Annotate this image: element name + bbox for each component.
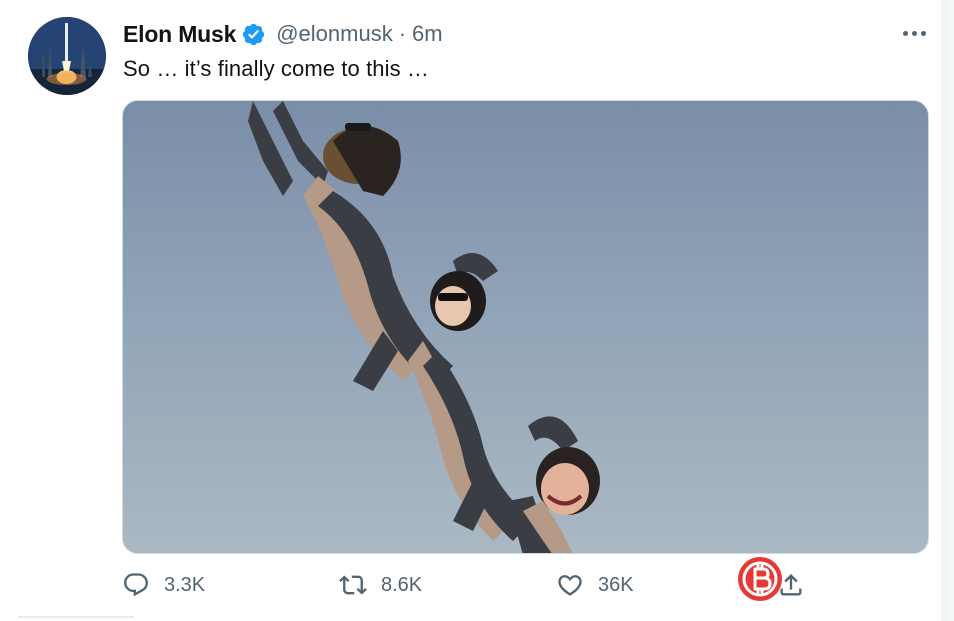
tweet-timestamp[interactable]: 6m [412, 21, 443, 47]
meme-image [123, 101, 928, 553]
verified-badge-icon [241, 22, 266, 47]
avatar[interactable] [28, 17, 106, 95]
author-handle[interactable]: @elonmusk [276, 21, 393, 47]
separator: · [398, 21, 407, 46]
tweet-actions: 3.3K 8.6K 36K [122, 566, 812, 604]
heart-icon [556, 571, 584, 599]
reply-button[interactable]: 3.3K [122, 566, 205, 604]
retweet-count: 8.6K [381, 573, 423, 596]
like-count: 36K [598, 573, 634, 596]
tweet-header: Elon Musk @elonmusk · 6m [123, 18, 443, 50]
retweet-icon [339, 571, 367, 599]
bitcoin-icon [735, 554, 785, 604]
reply-count: 3.3K [164, 573, 206, 596]
like-button[interactable]: 36K [556, 566, 634, 604]
rocket-launch-avatar-image [28, 17, 106, 95]
tweet-media-image[interactable] [122, 100, 929, 554]
tweet-card[interactable]: Elon Musk @elonmusk · 6m So … it’s final… [0, 0, 954, 621]
timeline-border [941, 0, 954, 621]
retweet-button[interactable]: 8.6K [339, 566, 422, 604]
tweet-text: So … it’s finally come to this … [123, 56, 430, 81]
divider [18, 616, 134, 618]
reply-icon [122, 571, 150, 599]
author-name[interactable]: Elon Musk [123, 21, 236, 48]
more-horizontal-icon [902, 30, 908, 36]
more-options-button[interactable] [896, 21, 932, 45]
